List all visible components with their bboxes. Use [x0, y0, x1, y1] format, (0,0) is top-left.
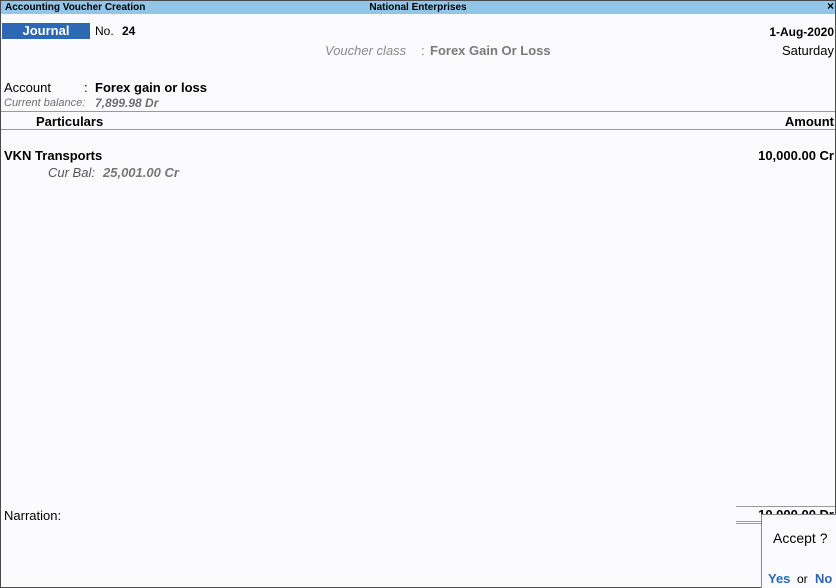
current-balance-value: 7,899.98 Dr [95, 96, 159, 110]
voucher-day: Saturday [781, 43, 834, 58]
voucher-window: Accounting Voucher Creation National Ent… [0, 0, 836, 588]
voucher-type-badge[interactable]: Journal [2, 23, 90, 39]
divider [1, 129, 835, 130]
account-label: Account [4, 80, 51, 95]
company-name: National Enterprises [369, 2, 467, 13]
yes-button[interactable]: Yes [768, 571, 790, 586]
voucher-number-label: No. [95, 24, 114, 38]
current-balance-label: Current balance: [4, 97, 86, 109]
close-icon[interactable]: × [827, 0, 834, 13]
narration-label: Narration: [4, 508, 62, 523]
account-colon: : [84, 80, 88, 95]
voucher-class-value: Forex Gain Or Loss [430, 43, 551, 58]
or-label: or [797, 572, 808, 586]
no-button[interactable]: No [815, 571, 832, 586]
voucher-class-colon: : [421, 43, 425, 58]
divider [1, 111, 835, 112]
voucher-date[interactable]: 1-Aug-2020 [769, 25, 834, 39]
title-bar: Accounting Voucher Creation National Ent… [1, 0, 835, 14]
voucher-class-label: Voucher class [325, 43, 407, 58]
voucher-number[interactable]: 24 [122, 24, 135, 38]
column-header-amount: Amount [784, 114, 834, 129]
cur-bal-label: Cur Bal: [48, 165, 95, 180]
account-field[interactable]: Forex gain or loss [95, 80, 207, 95]
accept-question: Accept ? [773, 530, 828, 546]
accept-dialog: Accept ? Yes or No [761, 514, 836, 588]
ledger-amount[interactable]: 10,000.00 Cr [758, 148, 834, 163]
column-header-particulars: Particulars [36, 114, 104, 129]
ledger-name[interactable]: VKN Transports [4, 148, 102, 163]
cur-bal-value: 25,001.00 Cr [103, 165, 179, 180]
